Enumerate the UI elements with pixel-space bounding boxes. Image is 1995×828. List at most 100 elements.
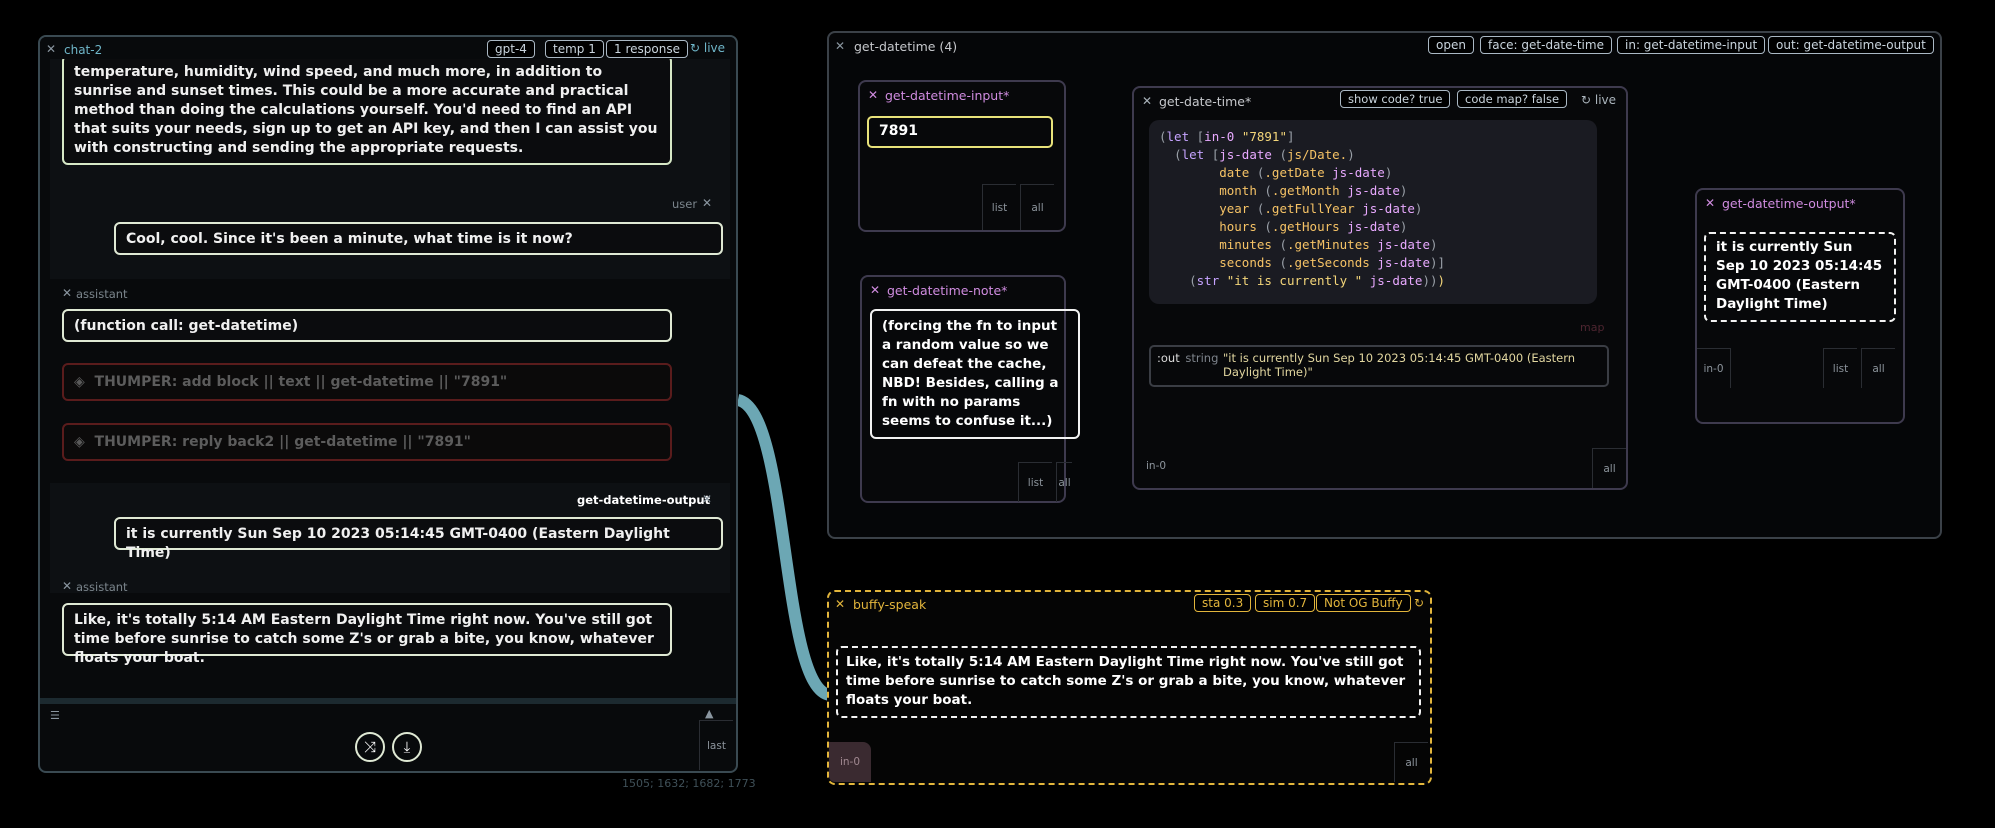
chat-title: chat-2: [64, 43, 103, 57]
node-title: get-date-time*: [1159, 94, 1252, 109]
out-value: "it is currently Sun Sep 10 2023 05:14:4…: [1223, 351, 1576, 379]
list-label: list: [1832, 363, 1849, 375]
persona-pill[interactable]: Not OG Buffy: [1316, 594, 1411, 612]
thumper-text: THUMPER: reply back2 || get-datetime || …: [94, 434, 471, 450]
download-button[interactable]: ⤓: [392, 732, 422, 762]
out-key: :out: [1157, 351, 1180, 365]
close-icon[interactable]: ✕: [868, 88, 878, 102]
buffy-text-box: Like, it's totally 5:14 AM Eastern Dayli…: [836, 646, 1421, 718]
function-node[interactable]: ✕ get-date-time* show code? true code ma…: [1132, 86, 1628, 490]
list-button[interactable]: list: [1018, 462, 1052, 502]
output-pill[interactable]: out: get-datetime-output: [1768, 36, 1934, 54]
node-title: get-datetime-output*: [1722, 196, 1856, 211]
note-node[interactable]: ✕ get-datetime-note* (forcing the fn to …: [860, 275, 1080, 503]
chat-panel: temperature, humidity, wind speed, and m…: [38, 35, 738, 773]
layers-icon: ◈: [74, 374, 85, 390]
close-icon[interactable]: ✕: [702, 492, 712, 506]
graph-panel: ✕ get-datetime (4) open face: get-date-t…: [827, 31, 1942, 539]
list-button[interactable]: list: [982, 184, 1016, 230]
input-node[interactable]: ✕ get-datetime-input* 7891 list all: [858, 80, 1066, 232]
note-text-box[interactable]: (forcing the fn to input a random value …: [870, 309, 1080, 439]
assistant-message-text: temperature, humidity, wind speed, and m…: [74, 64, 658, 156]
last-button[interactable]: last: [699, 720, 733, 770]
all-button[interactable]: all: [1394, 742, 1428, 782]
collapse-up-icon[interactable]: ▲: [705, 707, 713, 720]
all-button[interactable]: all: [1592, 448, 1626, 488]
in-port-label: in-0: [839, 756, 861, 768]
chat-to-buffy-wire: [735, 394, 833, 701]
output-node[interactable]: ✕ get-datetime-output* it is currently S…: [1695, 188, 1905, 424]
assistant-role-label: assistant: [76, 287, 128, 301]
menu-icon[interactable]: ☰: [50, 709, 60, 722]
user-message-text: Cool, cool. Since it's been a minute, wh…: [126, 231, 573, 247]
thumper-message: ◈ THUMPER: add block || text || get-date…: [62, 363, 672, 401]
input-pill[interactable]: in: get-datetime-input: [1617, 36, 1766, 54]
assistant-message-text: Like, it's totally 5:14 AM Eastern Dayli…: [74, 612, 654, 666]
output-role-label: get-datetime-output: [577, 493, 711, 507]
composer-divider[interactable]: [40, 698, 736, 704]
face-pill[interactable]: face: get-date-time: [1480, 36, 1612, 54]
all-label: all: [1872, 363, 1885, 375]
list-button[interactable]: list: [1823, 348, 1857, 388]
close-icon[interactable]: ✕: [1142, 94, 1152, 108]
last-label: last: [707, 740, 726, 752]
download-icon: ⤓: [403, 738, 411, 756]
code-editor[interactable]: (let [in-0 "7891"] (let [js-date (js/Dat…: [1149, 120, 1597, 304]
node-title: get-datetime-input*: [885, 88, 1010, 103]
close-icon[interactable]: ✕: [62, 579, 72, 593]
responses-pill[interactable]: 1 response: [606, 40, 688, 58]
all-button[interactable]: all: [1020, 184, 1054, 230]
close-icon[interactable]: ✕: [46, 42, 56, 56]
all-button[interactable]: all: [1861, 348, 1895, 388]
thumper-text: THUMPER: add block || text || get-dateti…: [94, 374, 508, 390]
all-label: all: [1603, 463, 1616, 475]
all-button[interactable]: all: [1056, 462, 1072, 502]
function-call-bubble: (function call: get-datetime): [62, 309, 672, 342]
all-label: all: [1058, 477, 1071, 489]
out-type: string: [1185, 351, 1219, 365]
close-icon[interactable]: ✕: [835, 597, 845, 611]
layers-icon: ◈: [74, 434, 85, 450]
in-port-label[interactable]: in-0: [1146, 460, 1166, 472]
buffy-speak-node[interactable]: ✕ buffy-speak sta 0.3 sim 0.7 Not OG Buf…: [827, 590, 1432, 785]
in-port[interactable]: in-0: [829, 742, 871, 782]
input-value-field[interactable]: 7891: [867, 116, 1053, 148]
live-toggle[interactable]: ↻ live: [1581, 93, 1616, 107]
in-port[interactable]: in-0: [1697, 348, 1731, 388]
output-message-bubble: it is currently Sun Sep 10 2023 05:14:45…: [114, 517, 723, 561]
list-label: list: [991, 202, 1008, 214]
fork-button[interactable]: ⤨: [355, 732, 385, 762]
open-pill[interactable]: open: [1428, 36, 1474, 54]
close-icon[interactable]: ✕: [835, 39, 845, 53]
user-role-label: user: [672, 197, 698, 211]
refresh-icon[interactable]: ↻: [1414, 596, 1424, 610]
map-label[interactable]: map: [1580, 321, 1604, 334]
assistant-role-label: assistant: [76, 580, 128, 594]
function-call-text: (function call: get-datetime): [74, 318, 299, 334]
show-code-pill[interactable]: show code? true: [1340, 90, 1451, 108]
live-label: live: [703, 41, 726, 55]
node-title: get-datetime-note*: [887, 283, 1008, 298]
note-text: (forcing the fn to input a random value …: [882, 318, 1059, 429]
model-pill[interactable]: gpt-4: [487, 40, 535, 58]
input-value: 7891: [879, 123, 918, 139]
sta-pill[interactable]: sta 0.3: [1194, 594, 1252, 612]
code-map-pill[interactable]: code map? false: [1457, 90, 1568, 108]
sim-pill[interactable]: sim 0.7: [1255, 594, 1316, 612]
node-title: buffy-speak: [853, 597, 927, 612]
live-label: live: [1594, 93, 1617, 107]
live-toggle[interactable]: ↻ live: [690, 41, 725, 55]
output-text-box: it is currently Sun Sep 10 2023 05:14:45…: [1704, 232, 1896, 322]
close-icon[interactable]: ✕: [1705, 196, 1715, 210]
close-icon[interactable]: ✕: [870, 283, 880, 297]
assistant-message-bubble: temperature, humidity, wind speed, and m…: [62, 55, 672, 165]
graph-title: get-datetime (4): [854, 39, 958, 54]
coordinates-readout: 1505; 1632; 1682; 1773: [622, 777, 756, 790]
close-icon[interactable]: ✕: [62, 286, 72, 300]
in-port-label: in-0: [1703, 363, 1724, 375]
thumper-message: ◈ THUMPER: reply back2 || get-datetime |…: [62, 423, 672, 461]
close-icon[interactable]: ✕: [702, 196, 712, 210]
temp-pill[interactable]: temp 1: [545, 40, 604, 58]
all-label: all: [1031, 202, 1044, 214]
list-label: list: [1027, 477, 1044, 489]
